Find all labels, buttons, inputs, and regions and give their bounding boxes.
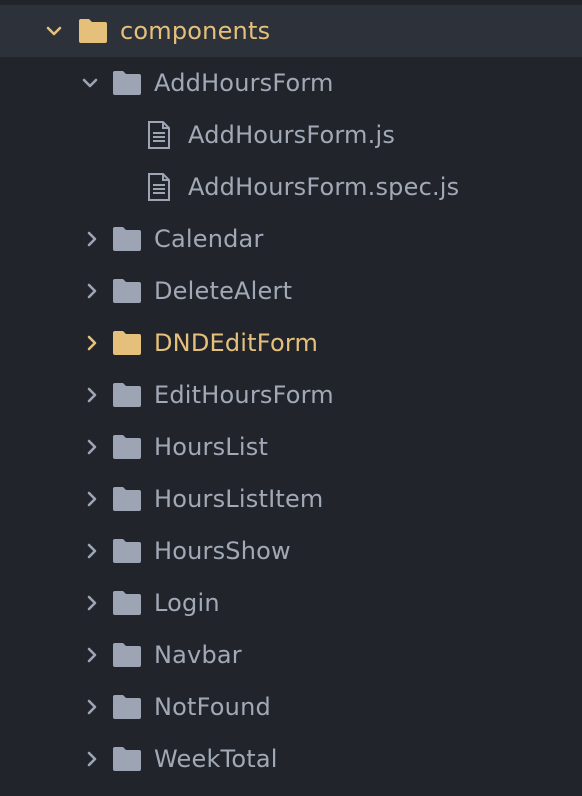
tree-item-label: HoursList	[154, 433, 269, 461]
tree-item-label: HoursShow	[154, 537, 291, 565]
file-tree: components AddHoursForm AddHoursForm.js …	[0, 0, 582, 796]
chevron-right-icon[interactable]	[84, 387, 100, 403]
tree-item-edithoursform[interactable]: EditHoursForm	[0, 369, 582, 421]
folder-icon	[112, 746, 142, 772]
tree-item-label: EditHoursForm	[154, 381, 334, 409]
chevron-right-icon[interactable]	[84, 439, 100, 455]
folder-icon	[112, 278, 142, 304]
tree-item-label: DeleteAlert	[154, 277, 293, 305]
tree-item-dndeditform[interactable]: DNDEditForm	[0, 317, 582, 369]
tree-item-label: NotFound	[154, 693, 271, 721]
tree-item-label: AddHoursForm.spec.js	[188, 173, 460, 201]
folder-icon	[112, 694, 142, 720]
tree-item-notfound[interactable]: NotFound	[0, 681, 582, 733]
tree-item-label: components	[120, 17, 271, 45]
folder-icon	[78, 18, 108, 44]
folder-icon	[112, 642, 142, 668]
tree-item-label: HoursListItem	[154, 485, 324, 513]
folder-icon	[112, 590, 142, 616]
tree-item-label: Login	[154, 589, 220, 617]
tree-item-label: DNDEditForm	[154, 329, 319, 357]
chevron-right-icon[interactable]	[84, 647, 100, 663]
folder-icon	[112, 486, 142, 512]
chevron-right-icon[interactable]	[84, 335, 100, 351]
folder-icon	[112, 434, 142, 460]
chevron-right-icon[interactable]	[84, 595, 100, 611]
chevron-down-icon[interactable]	[46, 23, 62, 39]
tree-item-weektotal[interactable]: WeekTotal	[0, 733, 582, 785]
chevron-right-icon[interactable]	[84, 491, 100, 507]
chevron-down-icon[interactable]	[82, 75, 98, 91]
folder-icon	[112, 330, 142, 356]
tree-item-label: Calendar	[154, 225, 264, 253]
chevron-right-icon[interactable]	[84, 283, 100, 299]
chevron-right-icon[interactable]	[84, 231, 100, 247]
tree-item-hoursshow[interactable]: HoursShow	[0, 525, 582, 577]
chevron-right-icon[interactable]	[84, 751, 100, 767]
tree-item-label: AddHoursForm.js	[188, 121, 396, 149]
folder-icon	[112, 382, 142, 408]
tree-item-login[interactable]: Login	[0, 577, 582, 629]
chevron-right-icon[interactable]	[84, 543, 100, 559]
folder-icon	[112, 226, 142, 252]
tree-file-addhoursform-js[interactable]: AddHoursForm.js	[0, 109, 582, 161]
folder-icon	[112, 538, 142, 564]
tree-item-calendar[interactable]: Calendar	[0, 213, 582, 265]
tree-item-label: WeekTotal	[154, 745, 278, 773]
tree-item-hourslistitem[interactable]: HoursListItem	[0, 473, 582, 525]
tree-item-label: Navbar	[154, 641, 242, 669]
tree-root-components[interactable]: components	[0, 5, 582, 57]
folder-icon	[112, 70, 142, 96]
tree-item-addhoursform[interactable]: AddHoursForm	[0, 57, 582, 109]
tree-item-navbar[interactable]: Navbar	[0, 629, 582, 681]
tree-item-deletealert[interactable]: DeleteAlert	[0, 265, 582, 317]
tree-file-addhoursform-spec-js[interactable]: AddHoursForm.spec.js	[0, 161, 582, 213]
file-text-icon	[146, 121, 172, 149]
chevron-right-icon[interactable]	[84, 699, 100, 715]
tree-item-label: AddHoursForm	[154, 69, 334, 97]
tree-item-hourslist[interactable]: HoursList	[0, 421, 582, 473]
file-text-icon	[146, 173, 172, 201]
